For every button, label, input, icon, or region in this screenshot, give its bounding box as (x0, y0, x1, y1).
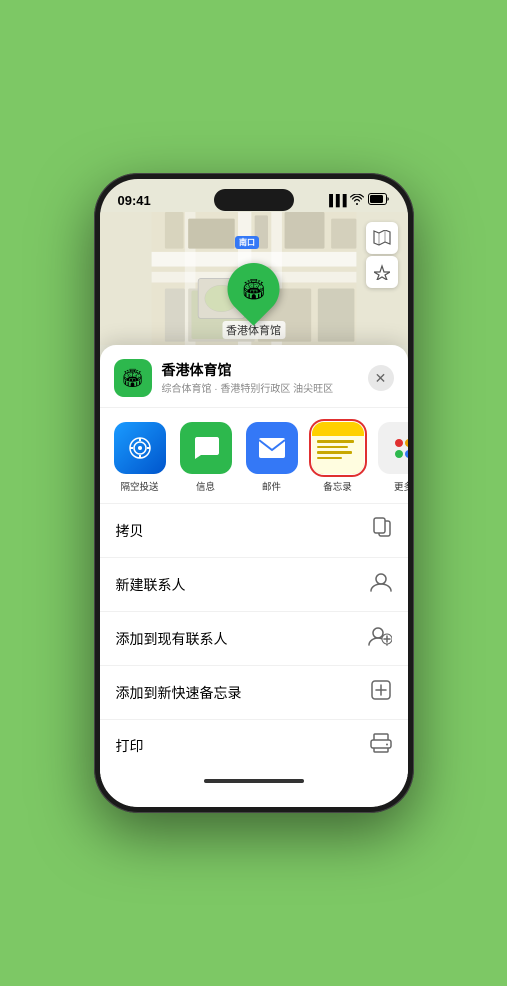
new-contact-icon (370, 571, 392, 598)
map-area[interactable]: 南口 🏟 (100, 212, 408, 345)
venue-emoji: 🏟 (121, 368, 144, 389)
phone-frame: 09:41 ▐▐▐ (94, 173, 414, 813)
action-add-contact[interactable]: 添加到现有联系人 (100, 612, 408, 666)
status-icons: ▐▐▐ (325, 193, 389, 208)
pin-circle: 🏟 (217, 252, 291, 326)
phone-screen: 09:41 ▐▐▐ (100, 179, 408, 807)
new-contact-label: 新建联系人 (116, 575, 186, 595)
print-label: 打印 (116, 736, 144, 756)
share-airdrop[interactable]: 隔空投送 (114, 422, 166, 493)
share-mail[interactable]: 邮件 (246, 422, 298, 493)
venue-icon-wrap: 🏟 (114, 359, 152, 397)
share-row: 隔空投送 信息 (100, 408, 408, 503)
venue-name: 香港体育馆 (162, 361, 368, 379)
more-icon[interactable] (378, 422, 408, 474)
more-dots-top (395, 439, 408, 447)
airdrop-icon (114, 422, 166, 474)
share-message[interactable]: 信息 (180, 422, 232, 493)
status-time: 09:41 (118, 193, 151, 208)
share-notes[interactable]: 备忘录 (312, 422, 364, 493)
more-label: 更多 (394, 479, 408, 493)
mail-label: 邮件 (262, 479, 281, 493)
more-dots-bottom (395, 450, 408, 458)
venue-desc: 综合体育馆 · 香港特别行政区 油尖旺区 (162, 380, 368, 395)
pin-icon: 🏟 (241, 276, 266, 301)
battery-icon (368, 193, 390, 208)
action-copy[interactable]: 拷贝 (100, 504, 408, 558)
location-pin: 🏟 香港体育馆 (222, 263, 285, 339)
dot-blue (405, 450, 408, 458)
action-add-notes[interactable]: 添加到新快速备忘录 (100, 666, 408, 720)
signal-icon: ▐▐▐ (325, 195, 345, 207)
add-notes-label: 添加到新快速备忘录 (116, 683, 242, 703)
dot-orange (405, 439, 408, 447)
print-icon (370, 733, 392, 758)
venue-info: 香港体育馆 综合体育馆 · 香港特别行政区 油尖旺区 (162, 361, 368, 395)
location-button[interactable] (366, 256, 398, 288)
add-contact-label: 添加到现有联系人 (116, 629, 228, 649)
mail-icon (246, 422, 298, 474)
action-list: 拷贝 新建联系人 (100, 503, 408, 771)
close-icon: ✕ (375, 370, 387, 387)
add-notes-icon (370, 679, 392, 706)
action-print[interactable]: 打印 (100, 720, 408, 771)
home-indicator (100, 771, 408, 791)
wifi-icon (350, 194, 364, 208)
copy-label: 拷贝 (116, 521, 144, 541)
map-controls[interactable] (366, 222, 398, 288)
dynamic-island (214, 189, 294, 211)
close-button[interactable]: ✕ (368, 365, 394, 391)
dot-green (395, 450, 403, 458)
copy-icon (372, 517, 392, 544)
home-bar (204, 779, 304, 783)
message-label: 信息 (196, 479, 215, 493)
notes-label: 备忘录 (323, 479, 352, 493)
exit-label: 南口 (235, 236, 259, 249)
bottom-sheet: 🏟 香港体育馆 综合体育馆 · 香港特别行政区 油尖旺区 ✕ (100, 345, 408, 807)
action-new-contact[interactable]: 新建联系人 (100, 558, 408, 612)
airdrop-label: 隔空投送 (120, 479, 158, 493)
share-more[interactable]: 更多 (378, 422, 408, 493)
dot-red (395, 439, 403, 447)
venue-header: 🏟 香港体育馆 综合体育馆 · 香港特别行政区 油尖旺区 ✕ (100, 345, 408, 408)
message-icon (180, 422, 232, 474)
map-type-button[interactable] (366, 222, 398, 254)
notes-icon (312, 422, 364, 474)
add-contact-icon (368, 625, 392, 652)
